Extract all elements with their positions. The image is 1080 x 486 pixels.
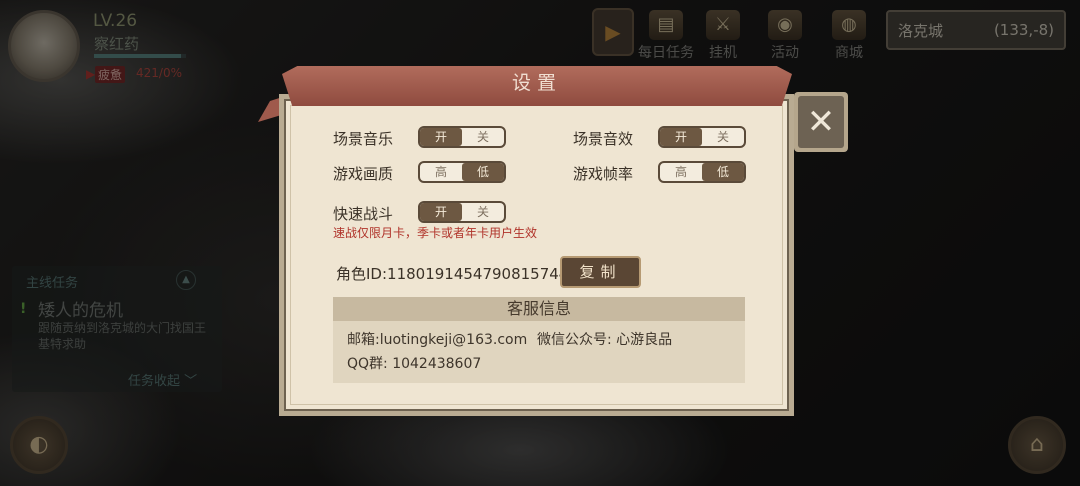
framerate-toggle[interactable]: 高 低: [658, 161, 746, 183]
quality-low[interactable]: 低: [462, 163, 504, 181]
dialog-title: 设置: [282, 66, 792, 106]
service-wechat: 微信公众号: 心游良品: [537, 332, 673, 348]
framerate-high[interactable]: 高: [660, 163, 702, 181]
scene-music-label: 场景音乐: [333, 130, 394, 148]
scene-sfx-label: 场景音效: [573, 130, 634, 148]
quick-battle-toggle[interactable]: 开 关: [418, 201, 506, 223]
close-icon: ✕: [798, 96, 844, 148]
quick-battle-label: 快速战斗: [333, 205, 394, 223]
scene-sfx-off[interactable]: 关: [702, 128, 744, 146]
quick-battle-note: 速战仅限月卡，季卡或者年卡用户生效: [333, 226, 538, 240]
scene-music-toggle[interactable]: 开 关: [418, 126, 506, 148]
copy-button[interactable]: 复制: [560, 256, 641, 288]
role-id: 角色ID:1180191454790815744: [336, 265, 569, 283]
quality-label: 游戏画质: [333, 165, 394, 183]
scene-sfx-toggle[interactable]: 开 关: [658, 126, 746, 148]
scene-music-off[interactable]: 关: [462, 128, 504, 146]
quick-battle-off[interactable]: 关: [462, 203, 504, 221]
scene-music-on[interactable]: 开: [420, 128, 462, 146]
service-info-panel: 客服信息 邮箱:luotingkeji@163.com 微信公众号: 心游良品 …: [333, 297, 745, 383]
close-button[interactable]: ✕: [794, 92, 848, 152]
quality-toggle[interactable]: 高 低: [418, 161, 506, 183]
service-email: 邮箱:luotingkeji@163.com: [347, 332, 528, 348]
service-info-title: 客服信息: [333, 297, 745, 321]
service-qq: QQ群: 1042438607: [347, 356, 482, 372]
quality-high[interactable]: 高: [420, 163, 462, 181]
framerate-low[interactable]: 低: [702, 163, 744, 181]
framerate-label: 游戏帧率: [573, 165, 634, 183]
scene-sfx-on[interactable]: 开: [660, 128, 702, 146]
quick-battle-on[interactable]: 开: [420, 203, 462, 221]
